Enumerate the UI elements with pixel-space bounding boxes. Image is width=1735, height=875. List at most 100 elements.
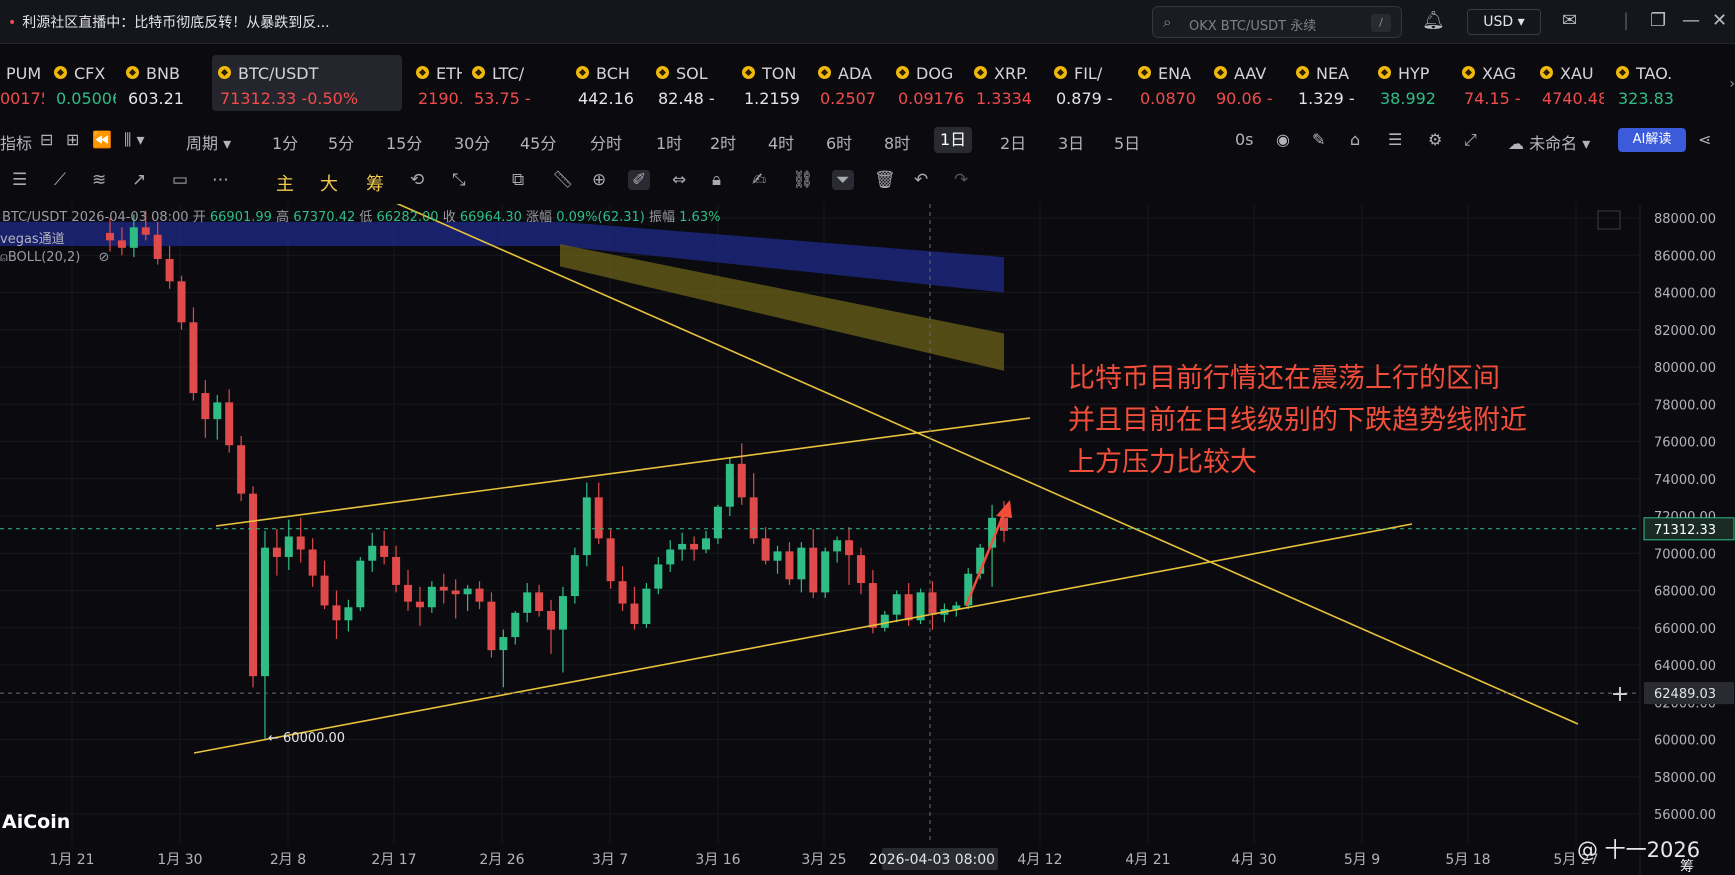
pen-icon[interactable]: ✎ <box>1312 130 1325 149</box>
menu-icon[interactable]: ☰ <box>12 170 27 190</box>
ticker-item[interactable]: AAV 90.06 - <box>1208 55 1286 111</box>
ticker-item[interactable]: BNB 603.21 <box>120 55 206 111</box>
main-chip-button[interactable]: 主 <box>276 170 294 196</box>
period-button[interactable]: 周期 ▾ <box>186 130 231 154</box>
currency-select[interactable]: USD ▾ <box>1467 9 1541 35</box>
indicator-boll[interactable]: ⍝BOLL(20,2) ⊘ <box>0 250 109 265</box>
interval-tab[interactable]: 15分 <box>386 130 422 154</box>
list-icon[interactable]: ☰ <box>1388 130 1402 149</box>
chevron-right-icon[interactable]: › <box>1729 76 1735 92</box>
template-icon[interactable]: ⊟ <box>40 130 53 149</box>
ticker-item[interactable]: FIL/0.879 - <box>1048 55 1128 111</box>
ticker-item[interactable]: XAU 4740.48 <box>1534 55 1604 111</box>
ticker-item[interactable]: ADA 0.2507 <box>812 55 884 111</box>
news-ticker[interactable]: • 利源社区直播中：比特币彻底反转！从暴跌到反... <box>8 12 330 32</box>
ticker-item[interactable]: TON 1.2159 <box>736 55 806 111</box>
ticker-item[interactable]: DOG 0.09176 <box>890 55 964 111</box>
ai-interpret-button[interactable]: AI解读 <box>1618 128 1686 152</box>
big-order-button[interactable]: 大 <box>320 170 338 196</box>
more-icon[interactable]: ⋯ <box>212 170 229 190</box>
ticker-item[interactable]: BCH 442.16 <box>570 55 644 111</box>
bell-icon[interactable]: 🔔︎ <box>1422 10 1445 31</box>
interval-tab[interactable]: 3日 <box>1058 130 1084 154</box>
minimize-icon[interactable]: — <box>1682 10 1700 31</box>
settings-icon[interactable]: ⚙ <box>1428 130 1442 149</box>
alert-icon[interactable]: ⌂ <box>1350 130 1360 149</box>
window-icon[interactable]: ❐ <box>1650 10 1666 31</box>
interval-tab[interactable]: 8时 <box>884 130 910 154</box>
indicator-boll-label: BOLL(20,2) <box>7 250 81 265</box>
camera-icon[interactable]: ◉ <box>1276 130 1290 149</box>
edit-icon[interactable]: ✍ <box>752 170 766 190</box>
candle-body <box>475 588 484 602</box>
search-input[interactable]: ⌕ OKX BTC/USDT 永续 / <box>1152 6 1402 38</box>
interval-tab[interactable]: 5分 <box>328 130 354 154</box>
magnet-icon[interactable]: ✐ <box>628 170 651 190</box>
zoom-icon[interactable]: ⊕ <box>592 170 606 190</box>
ticker-item[interactable]: CFX 0.05006 <box>48 55 116 111</box>
compare-icon[interactable]: ⇔ <box>672 170 686 190</box>
ticker-item[interactable]: BTC/USDT 71312.33 -0.50% <box>212 55 402 111</box>
mail-icon[interactable]: ✉ <box>1562 10 1577 31</box>
trendline-icon[interactable]: ⟋ <box>54 170 66 190</box>
layout-icon[interactable]: ⊞ <box>66 130 79 149</box>
eye-off-icon[interactable]: ⊘ <box>98 250 109 265</box>
ticker-item[interactable]: SOL 82.48 - <box>650 55 730 111</box>
ticker-item[interactable]: NEA 1.329 - <box>1290 55 1366 111</box>
measure-icon[interactable]: ⤡ <box>452 170 466 190</box>
ticker-item[interactable]: ETH 2190.28 <box>410 55 462 111</box>
share-icon[interactable]: ⋖ <box>1698 130 1711 149</box>
ruler-icon[interactable]: 📏︎ <box>552 170 574 190</box>
ticker-item[interactable]: XRP. 1.3334 <box>968 55 1044 111</box>
ray-icon[interactable]: ↗ <box>132 170 146 190</box>
layout-name-button[interactable]: ☁ 未命名 ▾ <box>1508 130 1590 154</box>
link-icon[interactable]: ⛓ <box>792 170 814 190</box>
chip-button[interactable]: 筹 <box>366 170 384 196</box>
copy-icon[interactable]: ⧉ <box>512 170 524 190</box>
ticker-item[interactable]: PUM 00175 <box>0 55 44 111</box>
ticker-item[interactable]: XAG 74.15 - <box>1456 55 1530 111</box>
interval-tab[interactable]: 2日 <box>1000 130 1026 154</box>
x-tick-label: 3月 7 <box>592 852 628 868</box>
interval-tab[interactable]: 45分 <box>520 130 556 154</box>
redo-icon[interactable]: ↷ <box>954 170 968 190</box>
ticker-item[interactable]: TAO. 323.83 <box>1610 55 1710 111</box>
candle-type-icon[interactable]: ⫼ ▾ <box>124 130 144 150</box>
indicator-vegas[interactable]: vegas通道 <box>0 228 65 247</box>
analysis-note: 比特币目前行情还在震荡上行的区间 并且目前在日线级别的下跌趋势线附近 上方压力比… <box>1068 358 1527 484</box>
crosshair-price-tag: 62489.03 <box>1654 687 1716 702</box>
indicators-button[interactable]: 指标 <box>0 130 32 154</box>
candle-body <box>606 538 615 582</box>
auto-icon[interactable]: ⟲ <box>410 170 424 190</box>
ticker-item[interactable]: LTC/53.75 - <box>466 55 562 111</box>
candle-body <box>260 547 269 677</box>
undo-icon[interactable]: ↶ <box>914 170 928 190</box>
interval-tab[interactable]: 30分 <box>454 130 490 154</box>
interval-tab[interactable]: 5日 <box>1114 130 1140 154</box>
trash-icon[interactable]: 🗑︎ <box>874 170 896 190</box>
interval-tab[interactable]: 4时 <box>768 130 794 154</box>
interval-tab[interactable]: 1分 <box>272 130 298 154</box>
price-chart[interactable]: 88000.00 86000.00 84000.00 82000.00 80000.00… <box>0 204 1735 875</box>
interval-tab[interactable]: 1日 <box>934 127 973 153</box>
interval-tab[interactable]: 1时 <box>656 130 682 154</box>
lock-icon[interactable]: 🔒︎ <box>712 170 721 190</box>
rectangle-icon[interactable]: ▭ <box>172 170 188 190</box>
x-tick-label: 4月 21 <box>1125 852 1170 868</box>
chart-canvas[interactable]: 88000.00 86000.00 84000.00 82000.00 80000.00… <box>0 204 1735 875</box>
interval-tab[interactable]: 2时 <box>710 130 736 154</box>
period-label: 周期 <box>186 134 219 153</box>
filter-icon[interactable]: ⏷ <box>832 170 854 190</box>
interval-tab[interactable]: 6时 <box>826 130 852 154</box>
interval-tab[interactable]: 分时 <box>590 130 622 154</box>
fullscreen-icon[interactable]: ⤢ <box>1464 130 1477 150</box>
ticker-item[interactable]: ENA 0.0870 <box>1132 55 1204 111</box>
fib-icon[interactable]: ≋ <box>92 170 106 190</box>
ticker-item[interactable]: HYP 38.992 <box>1372 55 1450 111</box>
ticker-symbol: SOL <box>676 64 708 83</box>
replay-icon[interactable]: ⏪ <box>92 130 112 149</box>
y-tick-label: 58000.00 <box>1654 771 1716 786</box>
close-icon[interactable]: ✕ <box>1712 10 1727 31</box>
candle-body <box>296 536 305 550</box>
coin-icon <box>416 66 429 79</box>
